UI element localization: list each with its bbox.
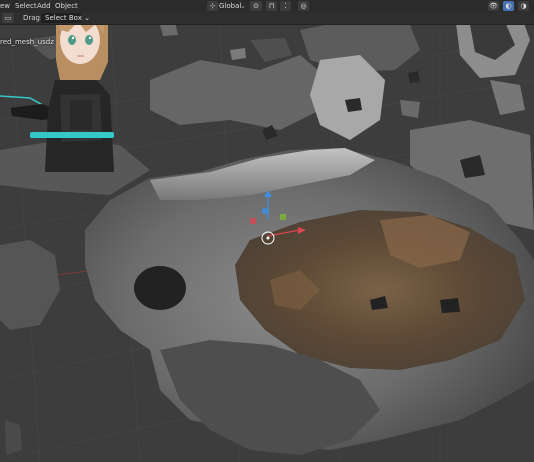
- mode-select-icon[interactable]: ▭: [2, 13, 14, 23]
- pivot-point-icon[interactable]: ⊙: [250, 1, 262, 11]
- menu-object[interactable]: Object: [55, 1, 78, 11]
- drag-select-value: Select Box: [45, 14, 82, 22]
- drag-label: Drag:: [23, 14, 43, 22]
- chevron-down-icon: ⌄: [84, 14, 90, 22]
- vtuber-avatar-overlay: [0, 2, 114, 172]
- 3d-viewport[interactable]: [0, 0, 534, 462]
- tool-settings-bar: ▭ Drag: Select Box ⌄: [0, 12, 534, 25]
- snap-target-icon[interactable]: ⁚: [280, 1, 291, 11]
- menu-add[interactable]: Add: [37, 1, 51, 11]
- active-object-name: red_mesh_usdz: [0, 38, 54, 46]
- visibility-icon[interactable]: 👁: [488, 1, 499, 11]
- viewport-shading-icon[interactable]: ◐: [503, 1, 514, 11]
- orientation-chevron-icon[interactable]: ⌄: [240, 1, 246, 11]
- snap-magnet-icon[interactable]: ⊓: [266, 1, 277, 11]
- menu-select[interactable]: Select: [15, 1, 37, 11]
- proportional-editing-icon[interactable]: ◎: [298, 1, 309, 11]
- transform-orientation-icon[interactable]: ⊹: [207, 1, 218, 11]
- drag-select-dropdown[interactable]: Select Box ⌄: [41, 13, 90, 23]
- blender-window: ew Select Add Object ⊹ Global ⌄ ⊙ ⊓ ⁚ ◎ …: [0, 0, 534, 462]
- orientation-dropdown[interactable]: Global: [219, 1, 241, 11]
- mesh-left-fragment: [0, 240, 60, 330]
- viewport-header-menu: ew Select Add Object ⊹ Global ⌄ ⊙ ⊓ ⁚ ◎ …: [0, 0, 534, 12]
- xray-icon[interactable]: ◑: [518, 1, 529, 11]
- menu-view[interactable]: ew: [0, 1, 10, 11]
